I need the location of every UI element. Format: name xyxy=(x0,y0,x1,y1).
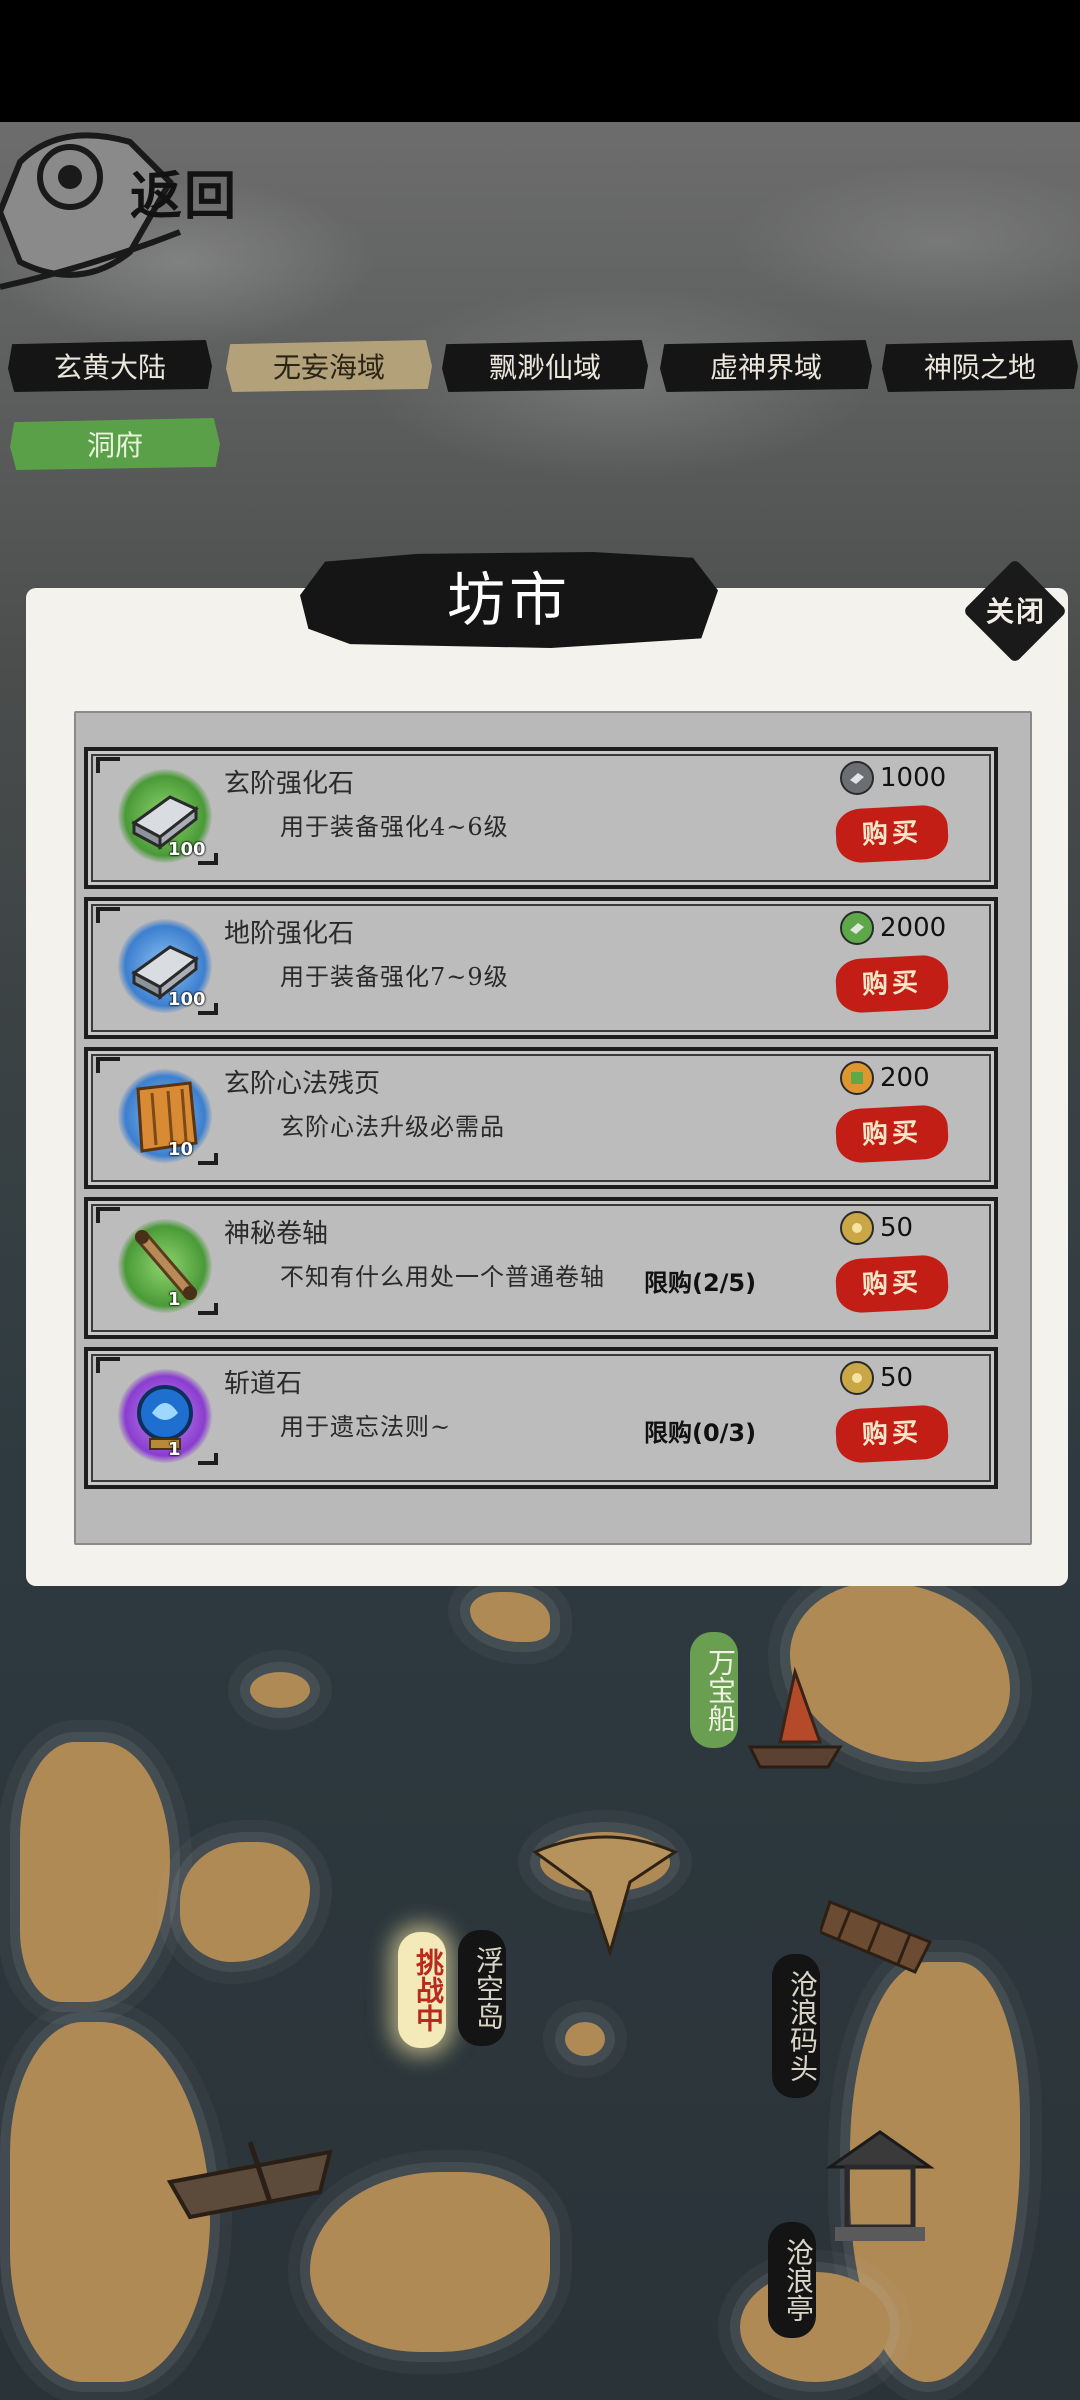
floating-island-icon xyxy=(531,1835,679,1958)
island xyxy=(180,1842,310,1962)
silver-ore-icon xyxy=(840,761,874,795)
purchase-limit: 限购(0/3) xyxy=(644,1419,757,1447)
green-ore-icon xyxy=(840,911,874,945)
close-label: 关闭 xyxy=(985,595,1046,628)
item-price: 2000 xyxy=(840,911,946,945)
buy-button[interactable]: 购买 xyxy=(834,954,950,1014)
shop-item: 100 玄阶强化石 用于装备强化4~6级 1000 购买 xyxy=(84,747,998,889)
buy-button[interactable]: 购买 xyxy=(834,1104,950,1164)
shop-item: 100 地阶强化石 用于装备强化7~9级 2000 购买 xyxy=(84,897,998,1039)
back-button[interactable]: 返回 xyxy=(0,122,290,292)
gold-coin-icon xyxy=(840,1211,874,1245)
back-label: 返回 xyxy=(130,166,239,227)
item-description: 玄阶心法升级必需品 xyxy=(280,1113,505,1141)
frame-mark xyxy=(198,1303,218,1315)
map-label-challenge[interactable]: 挑战中 xyxy=(398,1932,446,2048)
island xyxy=(20,1742,170,2002)
frame-mark xyxy=(198,1153,218,1165)
tab-piaomiao-realm[interactable]: 飘渺仙域 xyxy=(442,340,648,392)
frame-mark xyxy=(198,853,218,865)
price-value: 1000 xyxy=(880,763,947,793)
item-name: 玄阶心法残页 xyxy=(224,1069,381,1099)
dock-icon xyxy=(820,1900,933,1974)
item-price: 200 xyxy=(840,1061,930,1095)
tab-xuanhuang-continent[interactable]: 玄黄大陆 xyxy=(8,340,212,392)
gold-coin-icon xyxy=(840,1361,874,1395)
shop-item: 1 斩道石 用于遗忘法则~ 限购(0/3) 50 购买 xyxy=(84,1347,998,1489)
status-bar xyxy=(0,0,1080,122)
item-price: 1000 xyxy=(840,761,946,795)
item-price: 50 xyxy=(840,1361,913,1395)
island xyxy=(310,2172,550,2352)
item-description: 用于装备强化7~9级 xyxy=(280,963,509,991)
buy-button[interactable]: 购买 xyxy=(834,1254,950,1314)
map-label-floating-island[interactable]: 浮空岛 xyxy=(458,1930,506,2046)
purchase-limit: 限购(2/5) xyxy=(644,1269,757,1297)
item-name: 斩道石 xyxy=(224,1369,303,1399)
map-label-canglang-dock[interactable]: 沧浪码头 xyxy=(772,1954,820,2098)
buy-button[interactable]: 购买 xyxy=(834,1404,950,1464)
buy-button[interactable]: 购买 xyxy=(834,804,950,864)
tab-wuwang-sea[interactable]: 无妄海域 xyxy=(226,340,432,392)
shop-title: 坊市 xyxy=(446,566,571,634)
map-label-treasure-ship[interactable]: 万宝船 xyxy=(690,1632,738,1748)
item-name: 地阶强化石 xyxy=(224,919,355,949)
item-name: 玄阶强化石 xyxy=(224,769,355,799)
shop-item: 10 玄阶心法残页 玄阶心法升级必需品 200 购买 xyxy=(84,1047,998,1189)
shop-item: 1 神秘卷轴 不知有什么用处一个普通卷轴 限购(2/5) 50 购买 xyxy=(84,1197,998,1339)
pavilion-icon xyxy=(825,2130,935,2241)
frame-mark xyxy=(198,1003,218,1015)
island xyxy=(470,1592,550,1642)
price-value: 50 xyxy=(880,1363,914,1393)
item-name: 神秘卷轴 xyxy=(224,1219,329,1249)
ship-icon xyxy=(747,1666,843,1769)
tab-shenyun-land[interactable]: 神陨之地 xyxy=(882,340,1078,392)
price-value: 200 xyxy=(880,1063,930,1093)
item-quantity: 1 xyxy=(168,1289,181,1310)
item-description: 用于遗忘法则~ xyxy=(280,1413,452,1441)
close-button[interactable]: 关闭 xyxy=(962,558,1068,664)
shipwreck-icon xyxy=(166,2141,333,2220)
price-value: 50 xyxy=(880,1213,914,1243)
island xyxy=(250,1672,310,1708)
item-description: 用于装备强化4~6级 xyxy=(280,813,509,841)
frame-mark xyxy=(198,1453,218,1465)
item-quantity: 1 xyxy=(168,1439,181,1460)
jade-scroll-icon xyxy=(840,1061,874,1095)
price-value: 2000 xyxy=(880,913,947,943)
item-description: 不知有什么用处一个普通卷轴 xyxy=(280,1263,605,1291)
item-price: 50 xyxy=(840,1211,913,1245)
item-quantity: 10 xyxy=(168,1139,194,1160)
map-label-canglang-pavilion[interactable]: 沧浪亭 xyxy=(768,2222,816,2338)
island xyxy=(565,2022,605,2056)
tab-xushen-realm[interactable]: 虚神界域 xyxy=(660,340,872,392)
tab-cave-dwelling[interactable]: 洞府 xyxy=(10,418,220,470)
